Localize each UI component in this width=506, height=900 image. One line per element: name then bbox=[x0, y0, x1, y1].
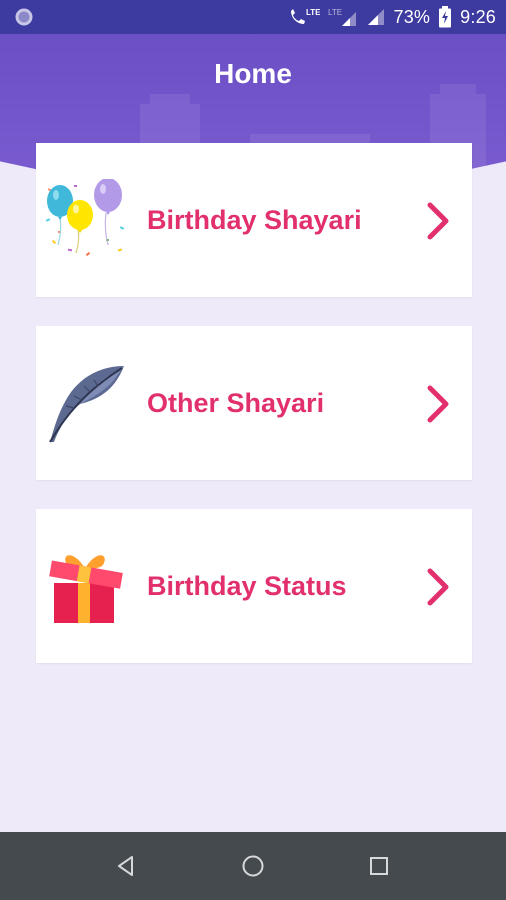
balloons-icon bbox=[44, 179, 128, 263]
lte-label: LTE bbox=[306, 8, 320, 17]
chevron-right-icon bbox=[427, 385, 449, 423]
recents-button[interactable] bbox=[359, 846, 399, 886]
chevron-right-icon bbox=[427, 202, 449, 240]
lte-secondary-icon: LTE bbox=[328, 6, 358, 28]
menu-card-birthday-shayari[interactable]: Birthday Shayari bbox=[36, 143, 472, 297]
menu-card-other-shayari[interactable]: Other Shayari bbox=[36, 326, 472, 480]
status-bar: LTE LTE 73% 9:26 bbox=[0, 0, 506, 34]
back-button[interactable] bbox=[106, 846, 146, 886]
menu-card-birthday-status[interactable]: Birthday Status bbox=[36, 509, 472, 663]
system-nav-bar bbox=[0, 832, 506, 900]
page-title: Home bbox=[214, 58, 292, 89]
app-notification-icon bbox=[14, 7, 34, 27]
clock-time: 9:26 bbox=[460, 6, 496, 27]
feather-icon bbox=[44, 362, 128, 446]
lte-call-icon: LTE bbox=[288, 6, 320, 28]
battery-charging-icon bbox=[438, 6, 452, 28]
signal-icon bbox=[366, 7, 386, 27]
home-button[interactable] bbox=[233, 846, 273, 886]
battery-percent: 73% bbox=[393, 6, 431, 27]
chevron-right-icon bbox=[427, 568, 449, 606]
back-icon bbox=[118, 856, 133, 876]
recents-icon bbox=[370, 857, 388, 875]
home-icon bbox=[242, 855, 264, 877]
menu-card-label: Other Shayari bbox=[147, 388, 325, 418]
gift-icon bbox=[44, 545, 128, 629]
lte2-label: LTE bbox=[328, 8, 342, 17]
menu-card-label: Birthday Status bbox=[147, 571, 347, 601]
menu-card-label: Birthday Shayari bbox=[147, 205, 362, 235]
